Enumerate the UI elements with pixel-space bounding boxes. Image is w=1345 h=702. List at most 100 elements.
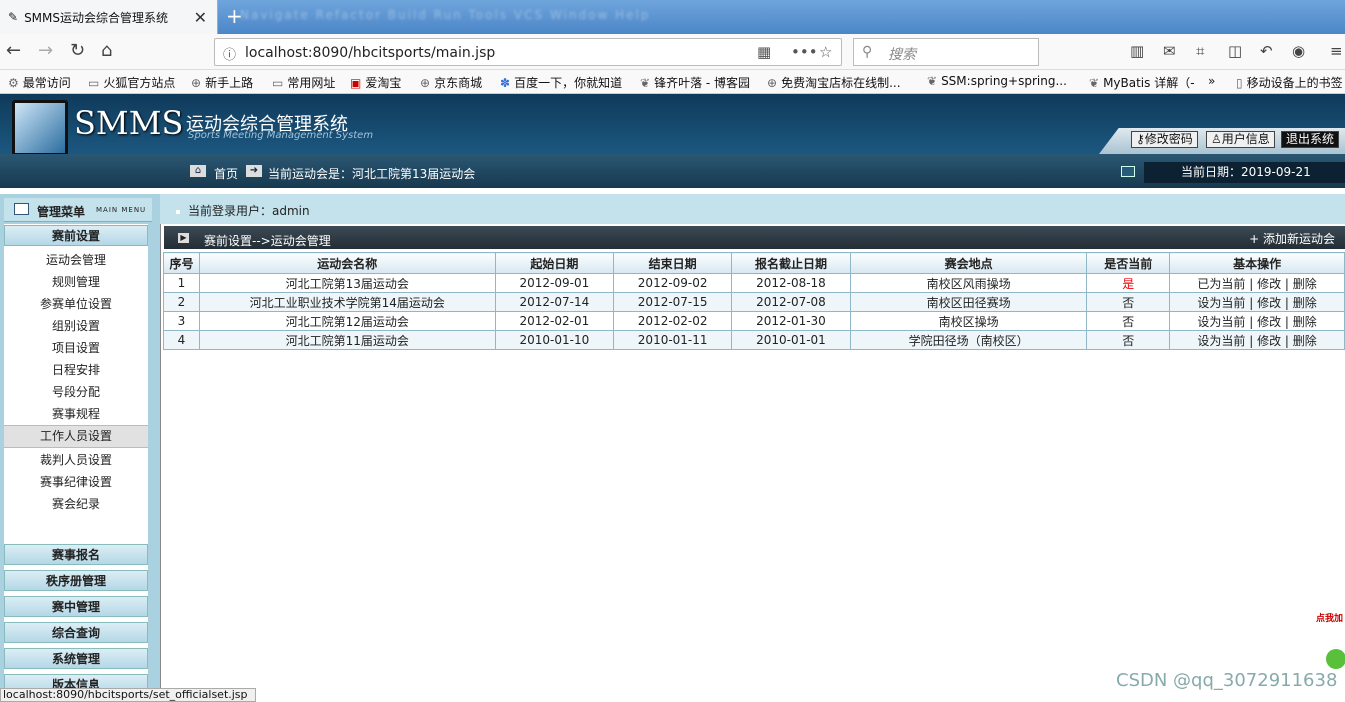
bookmark-item[interactable]: ▭ 常用网址 <box>272 74 335 91</box>
menu-icon[interactable]: ≡ <box>1330 42 1343 60</box>
bookmarks-bar: ⚙ 最常访问 ▭ 火狐官方站点 ⊕ 新手上路 ▭ 常用网址 ▣ 爱淘宝 ⊕ 京东商城 ✽ 百度… <box>0 70 1345 94</box>
globe-icon: ⊕ <box>420 76 431 90</box>
mascot-icon[interactable] <box>1326 649 1345 669</box>
close-tab-icon[interactable]: ✕ <box>194 8 207 27</box>
forward-icon[interactable]: → <box>38 40 53 61</box>
bookmark-item[interactable]: ⚙ 最常访问 <box>8 74 71 91</box>
sidebar-group-registration[interactable]: 赛事报名 <box>4 544 148 565</box>
qr-code-icon[interactable]: ▦ <box>757 43 771 61</box>
cell-deadline: 2012-08-18 <box>731 273 851 293</box>
more-actions-icon[interactable]: ••• <box>791 43 818 61</box>
set-current-link[interactable]: 设为当前 <box>1197 334 1245 348</box>
bookmark-item[interactable]: ❦ 锋齐叶落 - 博客园 <box>640 74 750 91</box>
sidebar-icon[interactable]: ◫ <box>1228 42 1242 60</box>
float-tag[interactable]: 点我加 <box>1316 611 1343 624</box>
bookmark-item[interactable]: ▭ 火狐官方站点 <box>88 74 175 91</box>
sidebar-item-referees[interactable]: 裁判人员设置 <box>4 451 148 468</box>
sidebar-item-regulations[interactable]: 赛事规程 <box>4 405 148 422</box>
cell-name: 河北工院第11届运动会 <box>198 330 496 350</box>
delete-link[interactable]: 删除 <box>1293 296 1317 310</box>
reload-icon[interactable]: ↻ <box>70 40 85 61</box>
bookmarks-overflow-icon[interactable]: » <box>1208 74 1215 88</box>
sidebar-item-records[interactable]: 赛会纪录 <box>4 495 148 512</box>
undo-icon[interactable]: ↶ <box>1260 42 1273 60</box>
sidebar-group-system[interactable]: 系统管理 <box>4 648 148 669</box>
edit-link[interactable]: 修改 <box>1257 334 1281 348</box>
search-placeholder[interactable]: 搜索 <box>888 44 916 64</box>
bookmark-item[interactable]: ❦ MyBatis 详解（- <box>1089 74 1195 91</box>
change-password-button[interactable]: ⚷修改密码 <box>1131 131 1198 148</box>
edit-link[interactable]: 修改 <box>1257 296 1281 310</box>
logout-button[interactable]: 退出系统 <box>1281 131 1340 148</box>
sidebar-item-rules[interactable]: 规则管理 <box>4 273 148 290</box>
sidebar-title-en: MAIN MENU <box>96 206 147 214</box>
set-current-link[interactable]: 设为当前 <box>1197 296 1245 310</box>
sidebar-group-program[interactable]: 秩序册管理 <box>4 570 148 591</box>
edit-link[interactable]: 修改 <box>1257 315 1281 329</box>
bookmark-item[interactable]: ⊕ 新手上路 <box>191 74 253 91</box>
home-icon[interactable]: ⌂ <box>190 165 206 177</box>
sidebar-group-inmeet[interactable]: 赛中管理 <box>4 596 148 617</box>
table-row: 1 河北工院第13届运动会 2012-09-01 2012-09-02 2012… <box>163 273 1345 293</box>
col-header: 基本操作 <box>1169 252 1345 274</box>
bookmark-item[interactable]: ▯ 移动设备上的书签 <box>1236 74 1343 91</box>
delete-link[interactable]: 删除 <box>1293 315 1317 329</box>
home-link[interactable]: 首页 <box>214 165 238 182</box>
tab-title: SMMS运动会综合管理系统 <box>24 10 169 25</box>
url-text[interactable]: localhost:8090/hbcitsports/main.jsp <box>245 45 495 61</box>
bookmark-item[interactable]: ⊕ 免费淘宝店标在线制... <box>767 74 901 91</box>
set-current-link[interactable]: 已为当前 <box>1197 277 1245 291</box>
sidebar-item-units[interactable]: 参赛单位设置 <box>4 295 148 312</box>
table-row: 2 河北工业职业技术学院第14届运动会 2012-07-14 2012-07-1… <box>163 292 1345 312</box>
cell-end: 2012-02-02 <box>613 311 733 331</box>
bookmark-item[interactable]: ▣ 爱淘宝 <box>350 74 401 91</box>
floating-widget[interactable]: 点我加 <box>1312 605 1345 675</box>
edit-link[interactable]: 修改 <box>1257 277 1281 291</box>
bookmark-star-icon[interactable]: ☆ <box>819 43 832 61</box>
cell-no: 3 <box>163 311 200 331</box>
bookmark-item[interactable]: ❦ SSM:spring+spring... <box>927 74 1067 88</box>
col-header: 是否当前 <box>1086 252 1171 274</box>
user-icon: ♙ <box>1211 132 1222 146</box>
sidebar-header: 管理菜单 MAIN MENU <box>4 198 152 222</box>
user-info-button[interactable]: ♙用户信息 <box>1206 131 1275 148</box>
play-icon: ▶ <box>178 233 189 243</box>
site-info-icon[interactable]: ⓘ <box>223 44 236 63</box>
library-icon[interactable]: ▥ <box>1130 42 1144 60</box>
globe-icon: ⊕ <box>767 76 778 90</box>
logo-subtitle: Sports Meeting Management System <box>188 130 374 141</box>
delete-link[interactable]: 删除 <box>1293 334 1317 348</box>
crop-icon[interactable]: ⌗ <box>1196 42 1204 60</box>
watermark: CSDN @qq_3072911638 <box>1116 670 1338 691</box>
key-icon: ⚷ <box>1136 132 1145 146</box>
bookmark-item[interactable]: ⊕ 京东商城 <box>420 74 482 91</box>
cell-current: 是 <box>1086 273 1171 293</box>
sidebar-item-meeting[interactable]: 运动会管理 <box>4 251 148 268</box>
delete-link[interactable]: 删除 <box>1293 277 1317 291</box>
account-icon[interactable]: ◉ <box>1292 42 1305 60</box>
add-meeting-link[interactable]: + 添加新运动会 <box>1249 230 1335 247</box>
table-row: 3 河北工院第12届运动会 2012-02-01 2012-02-02 2012… <box>163 311 1345 331</box>
bookmark-item[interactable]: ✽ 百度一下，你就知道 <box>500 74 622 91</box>
sidebar-item-groups[interactable]: 组别设置 <box>4 317 148 334</box>
sidebar-item-number-range[interactable]: 号段分配 <box>4 383 148 400</box>
url-bar[interactable]: ⓘ localhost:8090/hbcitsports/main.jsp ▦ … <box>214 38 842 66</box>
browser-nav-bar: ← → ↻ ⌂ ⓘ localhost:8090/hbcitsports/mai… <box>0 34 1345 70</box>
search-box[interactable]: ⚲ 搜索 <box>853 38 1039 66</box>
chat-icon[interactable]: ✉ <box>1163 42 1176 60</box>
col-header: 报名截止日期 <box>731 252 851 274</box>
sidebar-item-discipline[interactable]: 赛事纪律设置 <box>4 473 148 490</box>
back-icon[interactable]: ← <box>6 40 21 61</box>
sidebar-item-events[interactable]: 项目设置 <box>4 339 148 356</box>
home-icon[interactable]: ⌂ <box>101 40 112 61</box>
sidebar-group-pre[interactable]: 赛前设置 <box>4 225 148 246</box>
browser-tab[interactable]: ✎ SMMS运动会综合管理系统 ✕ <box>0 0 218 34</box>
cell-no: 4 <box>163 330 200 350</box>
content-path: 赛前设置-->运动会管理 <box>204 234 331 248</box>
sidebar-item-staff[interactable]: 工作人员设置 <box>4 425 148 448</box>
set-current-link[interactable]: 设为当前 <box>1197 315 1245 329</box>
cell-ops: 设为当前 | 修改 | 删除 <box>1169 292 1345 312</box>
sidebar-group-query[interactable]: 综合查询 <box>4 622 148 643</box>
cell-current: 否 <box>1086 292 1171 312</box>
sidebar-item-schedule[interactable]: 日程安排 <box>4 361 148 378</box>
